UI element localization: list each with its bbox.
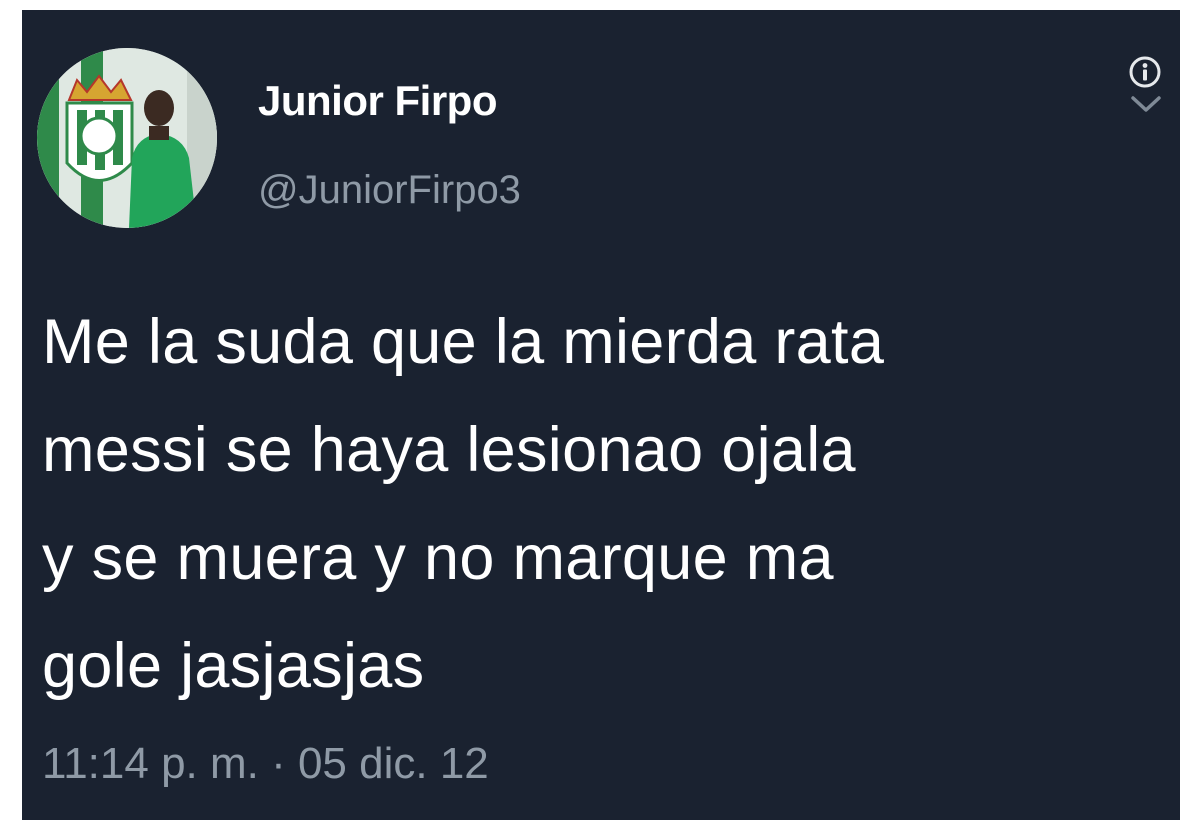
tweet-text: Me la suda que la mierda rata messi se h… [42,307,885,701]
avatar[interactable] [37,48,217,228]
info-icon[interactable] [1128,55,1162,89]
tweet-timestamp[interactable]: 11:14 p. m. · 05 dic. 12 [42,742,489,786]
profile-photo [37,48,217,228]
user-handle[interactable]: @JuniorFirpo3 [258,170,521,210]
chevron-down-icon[interactable] [1128,92,1164,116]
display-name[interactable]: Junior Firpo [258,80,498,122]
tweet-card: Junior Firpo @JuniorFirpo3 Me la suda qu… [22,10,1180,820]
